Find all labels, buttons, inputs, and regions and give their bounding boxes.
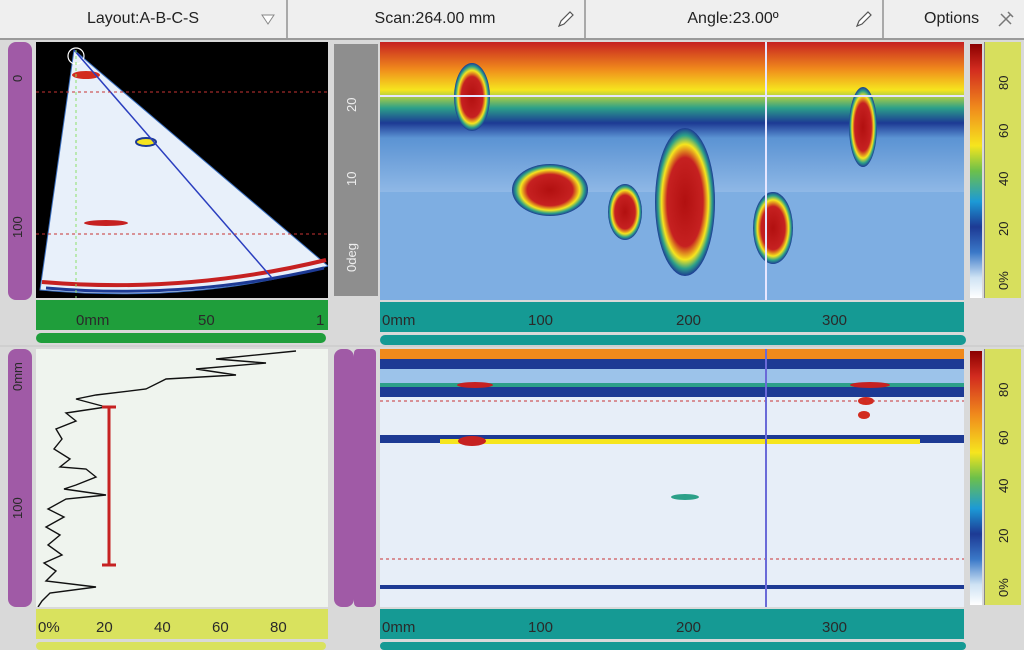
sscan-panel: 0 100 0mm 50 1	[0, 40, 330, 345]
scan-label: Scan:264.00 mm	[374, 10, 496, 27]
top-cb-tick-1: 60	[996, 123, 1011, 138]
bottom-cscan-xtick-0: 0mm	[382, 619, 416, 636]
ascan-xtick-3: 60	[212, 619, 229, 636]
top-cscan-xtick-1: 100	[528, 312, 554, 329]
top-cb-tick-4: 0%	[996, 271, 1011, 290]
options-menu[interactable]: Options	[882, 0, 1024, 38]
top-colorbar	[970, 44, 982, 298]
ascan-scrollbar[interactable]	[36, 642, 326, 650]
ascan-xtick-1: 20	[96, 619, 113, 636]
sscan-scrollbar[interactable]	[36, 333, 326, 343]
sscan-image[interactable]	[36, 42, 328, 298]
bottom-cb-tick-1: 60	[996, 430, 1011, 445]
top-cscan-xtick-3: 300	[822, 312, 848, 329]
tools-icon	[998, 11, 1014, 27]
cscan-ytick-2: 0deg	[344, 243, 359, 272]
top-cscan-xtick-2: 200	[676, 312, 702, 329]
layout-label: Layout:A-B-C-S	[86, 10, 200, 27]
pencil-icon	[557, 11, 574, 28]
scan-field[interactable]: Scan:264.00 mm	[286, 0, 586, 38]
cscan-ytick-1: 10	[344, 171, 359, 186]
bottom-colorbar	[970, 351, 982, 605]
sscan-xtick-0: 0mm	[76, 312, 110, 329]
bottom-cb-tick-0: 80	[996, 382, 1011, 397]
bottom-cscan-xtick-3: 300	[822, 619, 848, 636]
top-cb-tick-0: 80	[996, 75, 1011, 90]
bottom-cscan-xtick-1: 100	[528, 619, 554, 636]
top-toolbar: Layout:A-B-C-S Scan:264.00 mm Angle:23.0…	[0, 0, 1024, 40]
bottom-cscan-image[interactable]	[380, 349, 964, 607]
cscan-ytick-0: 20	[344, 97, 359, 112]
sscan-xtick-1: 50	[198, 312, 215, 329]
bottom-cb-tick-4: 0%	[996, 578, 1011, 597]
top-cb-tick-2: 40	[996, 171, 1011, 186]
top-cscan-scrollbar[interactable]	[380, 335, 966, 345]
ascan-ytick-1: 100	[10, 497, 25, 519]
ascan-panel: 0mm 100 0% 20 40 60 80	[0, 347, 330, 650]
top-cb-tick-3: 20	[996, 221, 1011, 236]
bottom-left-ruler[interactable]	[334, 349, 354, 607]
down-arrow-icon	[261, 14, 275, 25]
top-cscan-x-axis[interactable]	[380, 302, 964, 332]
bottom-depth-ruler[interactable]	[354, 349, 376, 607]
sscan-ytick-0: 0	[10, 74, 25, 82]
angle-field[interactable]: Angle:23.00º	[584, 0, 884, 38]
ascan-xtick-2: 40	[154, 619, 171, 636]
ascan-ytick-0: 0mm	[10, 362, 25, 391]
ascan-waveform[interactable]	[36, 349, 328, 607]
pencil-icon	[855, 11, 872, 28]
angle-label: Angle:23.00º	[687, 10, 779, 27]
bottom-cscan-scrollbar[interactable]	[380, 642, 966, 650]
sscan-xtick-2: 1	[316, 312, 325, 329]
top-cscan-image[interactable]	[380, 42, 964, 300]
ascan-xtick-4: 80	[270, 619, 287, 636]
bottom-cscan-xtick-2: 200	[676, 619, 702, 636]
bottom-cscan-x-axis[interactable]	[380, 609, 964, 639]
layout-selector[interactable]: Layout:A-B-C-S	[0, 0, 288, 38]
bottom-cb-tick-3: 20	[996, 528, 1011, 543]
bottom-cscan-panel: 80 60 40 20 0% 0mm 100 200 300	[330, 347, 1024, 650]
bottom-cb-tick-2: 40	[996, 478, 1011, 493]
top-cscan-xtick-0: 0mm	[382, 312, 416, 329]
top-cscan-panel: 20 10 0deg 80 60 40 20 0% 0mm 100 200 30…	[330, 40, 1024, 345]
options-label: Options	[924, 10, 980, 27]
ascan-xtick-0: 0%	[38, 619, 60, 636]
sscan-ytick-1: 100	[10, 216, 25, 238]
